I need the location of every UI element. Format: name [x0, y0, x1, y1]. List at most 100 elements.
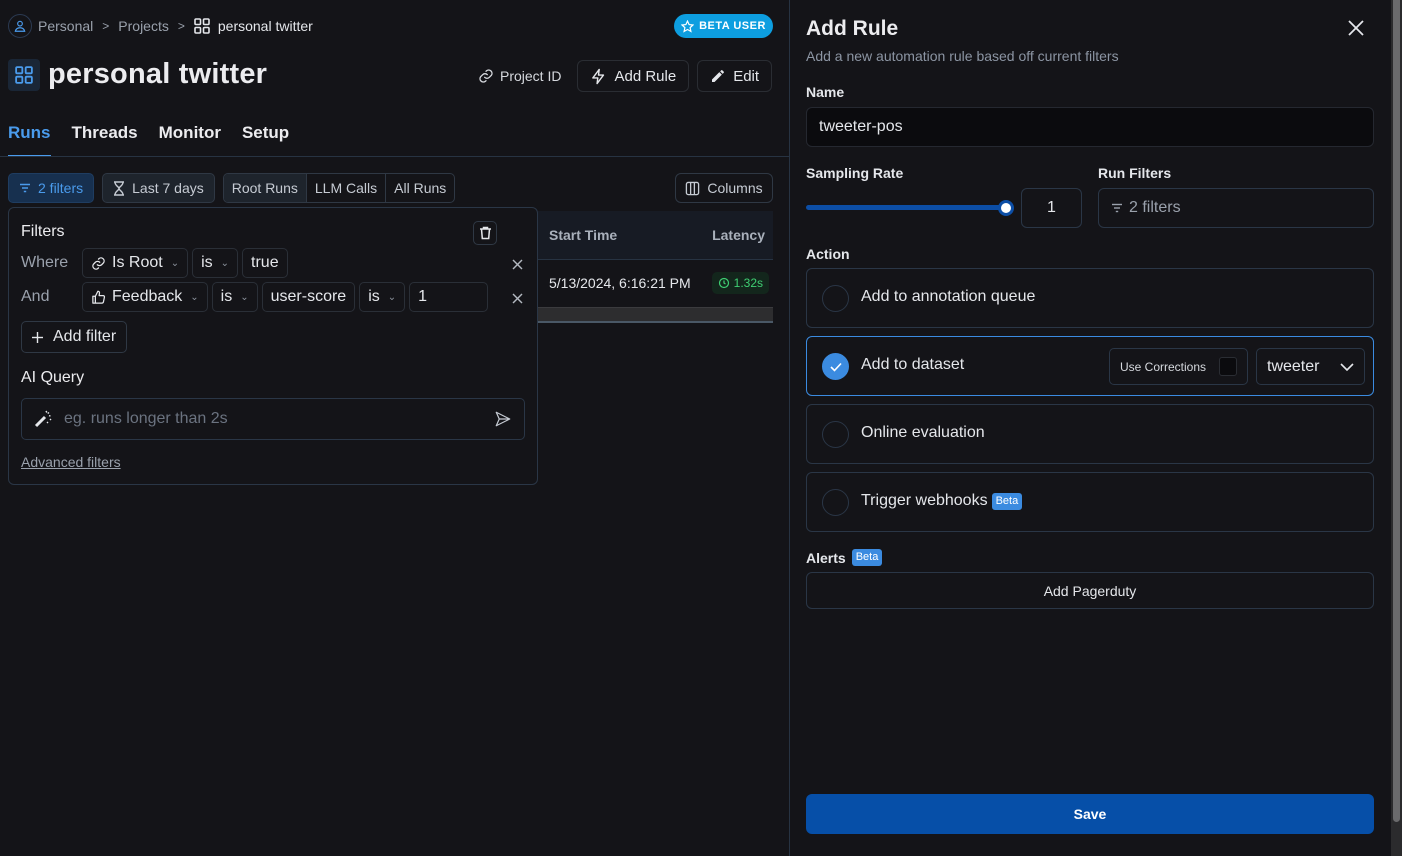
action-add-to-dataset[interactable]: Add to dataset Use Corrections tweeter [806, 336, 1374, 396]
add-filter-button[interactable]: Add filter [21, 321, 128, 353]
filter-key-label: user-score [270, 288, 347, 305]
breadcrumb-personal[interactable]: Personal [38, 18, 93, 34]
remove-filter-button[interactable] [509, 290, 525, 306]
scrollbar-thumb[interactable] [1393, 0, 1400, 822]
action-trigger-webhooks[interactable]: Trigger webhooks Beta [806, 472, 1374, 532]
add-rule-title: Add Rule [806, 17, 899, 40]
edit-button[interactable]: Edit [697, 60, 773, 92]
filter-score-operator-select[interactable]: is ⌄ [359, 282, 406, 312]
tab-setup[interactable]: Setup [242, 118, 289, 156]
action-label-text: Online evaluation [861, 424, 985, 441]
add-rule-button[interactable]: Add Rule [577, 60, 690, 92]
project-id-label: Project ID [500, 68, 562, 84]
filter-icon [19, 182, 31, 194]
run-type-llm-calls[interactable]: LLM Calls [305, 174, 385, 202]
vertical-scrollbar[interactable] [1391, 0, 1402, 856]
action-label: Add to annotation queue [861, 288, 1035, 306]
tab-threads[interactable]: Threads [72, 118, 138, 156]
tab-runs[interactable]: Runs [8, 118, 51, 157]
filter-operator-select[interactable]: is ⌄ [192, 248, 239, 278]
save-button[interactable]: Save [806, 794, 1374, 834]
columns-button[interactable]: Columns [675, 173, 773, 203]
action-annotation-queue[interactable]: Add to annotation queue [806, 268, 1374, 328]
action-online-evaluation[interactable]: Online evaluation [806, 404, 1374, 464]
alerts-label: Alerts [806, 549, 846, 566]
use-corrections-toggle[interactable]: Use Corrections [1109, 348, 1248, 385]
action-label: Online evaluation [861, 424, 985, 442]
clear-filters-button[interactable] [473, 221, 497, 245]
add-pagerduty-label: Add Pagerduty [1043, 582, 1137, 599]
run-type-all-runs[interactable]: All Runs [385, 174, 454, 202]
plus-icon [32, 331, 43, 343]
ai-query-label: AI Query [21, 369, 85, 386]
remove-filter-button[interactable] [509, 256, 525, 272]
project-tabs: Runs Threads Monitor Setup [8, 118, 289, 157]
send-icon[interactable] [494, 410, 512, 428]
tab-monitor[interactable]: Monitor [159, 118, 221, 156]
column-header-latency[interactable]: Latency [712, 227, 765, 243]
user-avatar-icon [8, 14, 32, 38]
chevron-right-icon: > [102, 19, 110, 33]
filter-field-select[interactable]: Is Root ⌄ [82, 248, 189, 278]
check-icon [829, 362, 842, 372]
project-pane: Personal > Projects > personal twitter B… [0, 0, 789, 856]
column-header-start-time[interactable]: Start Time [549, 227, 617, 243]
slider-thumb[interactable] [998, 200, 1014, 216]
chevron-down-icon: ⌄ [387, 291, 397, 303]
radio-button-checked[interactable] [822, 353, 849, 380]
radio-button[interactable] [822, 285, 849, 312]
beta-user-badge[interactable]: BETA USER [674, 14, 773, 38]
chevron-right-icon: > [177, 19, 185, 33]
use-corrections-label: Use Corrections [1120, 359, 1207, 374]
table-horizontal-scrollbar[interactable] [538, 307, 773, 323]
dataset-select[interactable]: tweeter [1256, 348, 1365, 385]
page-header: personal twitter [8, 58, 267, 91]
use-corrections-checkbox[interactable] [1219, 357, 1237, 376]
chevron-down-icon: ⌄ [190, 291, 199, 303]
project-grid-icon [8, 58, 40, 91]
date-range-label: Last 7 days [132, 180, 204, 196]
thumbs-up-icon [91, 290, 106, 305]
run-filters-value: 2 filters [1129, 199, 1181, 216]
name-label: Name [806, 84, 845, 100]
header-actions: Project ID Add Rule Edit [470, 60, 773, 92]
radio-button[interactable] [822, 421, 849, 448]
breadcrumb-projects[interactable]: Projects [118, 18, 169, 34]
start-time-cell: 5/13/2024, 6:16:21 PM [549, 275, 691, 291]
action-label-text: Trigger webhooks [861, 492, 988, 509]
filter-row: And Feedback ⌄ is ⌄ user-score is ⌄ 1 [21, 282, 489, 312]
filter-field-label: Is Root [112, 254, 163, 271]
add-pagerduty-button[interactable]: Add Pagerduty [806, 572, 1374, 609]
ai-query-input[interactable] [64, 410, 494, 428]
sampling-rate-input[interactable]: 1 [1021, 188, 1082, 228]
close-panel-button[interactable] [1348, 20, 1368, 40]
project-id-button[interactable]: Project ID [470, 60, 569, 92]
table-row[interactable]: 5/13/2024, 6:16:21 PM 1.32s [538, 260, 773, 308]
runs-table-header: Start Time Latency [538, 211, 773, 260]
slider-track [806, 205, 1006, 210]
beta-user-label: BETA USER [699, 20, 766, 32]
filter-field-select[interactable]: Feedback ⌄ [82, 282, 208, 312]
rule-name-input[interactable] [806, 107, 1374, 147]
beta-badge: Beta [991, 492, 1023, 510]
filter-value-input[interactable]: 1 [409, 282, 489, 312]
sampling-rate-slider[interactable] [806, 199, 1014, 217]
filters-button[interactable]: 2 filters [8, 173, 95, 203]
filter-operator-select[interactable]: is ⌄ [211, 282, 258, 312]
filter-value-label: 1 [418, 288, 428, 305]
add-rule-label: Add Rule [614, 67, 677, 85]
advanced-filters-link[interactable]: Advanced filters [21, 454, 121, 470]
tabs-divider [0, 156, 789, 157]
run-filters-button[interactable]: 2 filters [1098, 188, 1374, 228]
filter-key-select[interactable]: user-score [261, 282, 356, 312]
radio-button[interactable] [822, 489, 849, 516]
magic-wand-icon [34, 410, 52, 428]
latency-badge: 1.32s [711, 272, 769, 294]
dataset-value: tweeter [1267, 357, 1320, 375]
hourglass-icon [113, 180, 125, 196]
filter-value-select[interactable]: true [242, 248, 288, 278]
date-range-button[interactable]: Last 7 days [102, 173, 215, 203]
filter-operator-label: is [368, 288, 380, 305]
action-label-text: Add to dataset [861, 356, 965, 373]
run-type-root-runs[interactable]: Root Runs [223, 174, 306, 202]
